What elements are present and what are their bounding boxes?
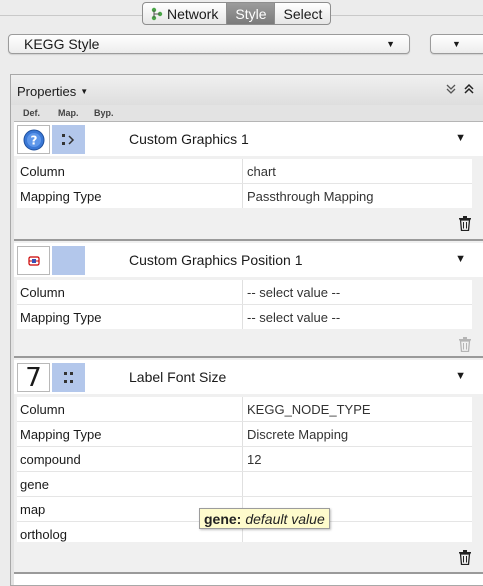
- row-key: Column: [20, 164, 65, 179]
- default-value: 7: [25, 362, 42, 393]
- section-header[interactable]: Custom Graphics Position 1 ▼: [14, 243, 483, 277]
- row-key: Column: [20, 402, 65, 417]
- mapping-cell[interactable]: [52, 363, 85, 392]
- mapping-row[interactable]: Mapping Type Discrete Mapping: [17, 422, 472, 447]
- row-key: gene: [20, 477, 49, 492]
- row-key: map: [20, 502, 46, 517]
- trash-icon[interactable]: [458, 550, 472, 565]
- default-value-cell[interactable]: 7: [17, 362, 50, 393]
- bypass-cell[interactable]: [87, 363, 122, 392]
- section-title: Label Font Size: [129, 369, 227, 385]
- section-header[interactable]: 7 Label Font Size ▼: [14, 360, 483, 394]
- mapping-row[interactable]: Column chart: [17, 159, 472, 184]
- col-byp: Byp.: [94, 108, 114, 118]
- tooltip-key: gene:: [204, 510, 242, 527]
- column-headers: Def. Map. Byp.: [11, 106, 483, 120]
- mapping-cell[interactable]: [52, 125, 85, 154]
- row-value[interactable]: -- select value --: [247, 285, 340, 300]
- next-section-stub: [14, 574, 483, 585]
- properties-header: Properties ▼: [11, 75, 483, 105]
- bypass-cell[interactable]: [87, 246, 122, 275]
- panel-tabs: Network Style Select: [142, 2, 332, 25]
- tab-style-label: Style: [235, 5, 267, 22]
- mapping-row[interactable]: compound 12: [17, 447, 472, 472]
- row-key: Column: [20, 285, 65, 300]
- row-value[interactable]: KEGG_NODE_TYPE: [247, 402, 371, 417]
- tooltip: gene: default value: [199, 508, 330, 529]
- default-value-cell[interactable]: ?: [17, 125, 50, 154]
- default-value-cell[interactable]: [17, 246, 50, 275]
- row-value[interactable]: Discrete Mapping: [247, 427, 348, 442]
- tab-network[interactable]: Network: [143, 3, 228, 24]
- col-def: Def.: [23, 108, 41, 118]
- tab-network-label: Network: [167, 5, 219, 22]
- caret-down-icon: ▼: [80, 87, 89, 96]
- help-icon: ?: [23, 129, 44, 150]
- mapping-row[interactable]: Mapping Type Passthrough Mapping: [17, 184, 472, 209]
- trash-icon[interactable]: [458, 216, 472, 231]
- mapping-row[interactable]: Column KEGG_NODE_TYPE: [17, 397, 472, 422]
- properties-menu[interactable]: Properties ▼: [17, 84, 88, 99]
- style-options-button[interactable]: ▼: [430, 34, 483, 54]
- bypass-cell[interactable]: [87, 125, 122, 154]
- section-title: Custom Graphics Position 1: [129, 252, 303, 268]
- mapping-row[interactable]: Column -- select value --: [17, 280, 472, 305]
- expand-caret-icon[interactable]: ▼: [455, 132, 466, 144]
- row-key: Mapping Type: [20, 310, 102, 325]
- tab-select[interactable]: Select: [275, 3, 330, 24]
- expand-all-icon[interactable]: [444, 82, 458, 96]
- row-value[interactable]: 12: [247, 452, 261, 467]
- col-map: Map.: [58, 108, 79, 118]
- style-dropdown-value: KEGG Style: [24, 36, 100, 52]
- passthrough-mapping-icon: [61, 133, 74, 145]
- row-key: Mapping Type: [20, 427, 102, 442]
- row-key: ortholog: [20, 527, 67, 542]
- tab-style[interactable]: Style: [227, 3, 276, 24]
- svg-text:?: ?: [30, 133, 37, 147]
- section-divider: [14, 239, 483, 241]
- expand-caret-icon[interactable]: ▼: [455, 253, 466, 265]
- collapse-all-icon[interactable]: [462, 82, 476, 96]
- tooltip-value: default value: [245, 510, 325, 527]
- style-dropdown[interactable]: KEGG Style ▼: [8, 34, 410, 54]
- row-value[interactable]: chart: [247, 164, 276, 179]
- mapping-row[interactable]: gene: [17, 472, 472, 497]
- section-footer: [14, 208, 483, 238]
- mapping-rows: Column chart Mapping Type Passthrough Ma…: [17, 159, 472, 209]
- section-footer: [14, 542, 483, 572]
- properties-title: Properties: [17, 84, 77, 99]
- discrete-mapping-icon: [63, 371, 73, 383]
- network-icon: [151, 7, 163, 20]
- section-divider: [14, 356, 483, 358]
- row-key: Mapping Type: [20, 189, 102, 204]
- mapping-row[interactable]: Mapping Type -- select value --: [17, 305, 472, 330]
- chevron-down-icon: ▼: [452, 39, 461, 49]
- section-title: Custom Graphics 1: [129, 131, 249, 147]
- row-value[interactable]: -- select value --: [247, 310, 340, 325]
- position-icon: [27, 255, 40, 266]
- mapping-cell[interactable]: [52, 246, 85, 275]
- chevron-down-icon: ▼: [386, 39, 395, 49]
- row-value[interactable]: Passthrough Mapping: [247, 189, 373, 204]
- tab-select-label: Select: [283, 5, 323, 22]
- section-footer: [14, 329, 483, 359]
- mapping-rows: Column -- select value -- Mapping Type -…: [17, 280, 472, 330]
- expand-caret-icon[interactable]: ▼: [455, 370, 466, 382]
- row-key: compound: [20, 452, 81, 467]
- trash-icon: [459, 337, 471, 352]
- section-header[interactable]: ? Custom Graphics 1 ▼: [14, 122, 483, 156]
